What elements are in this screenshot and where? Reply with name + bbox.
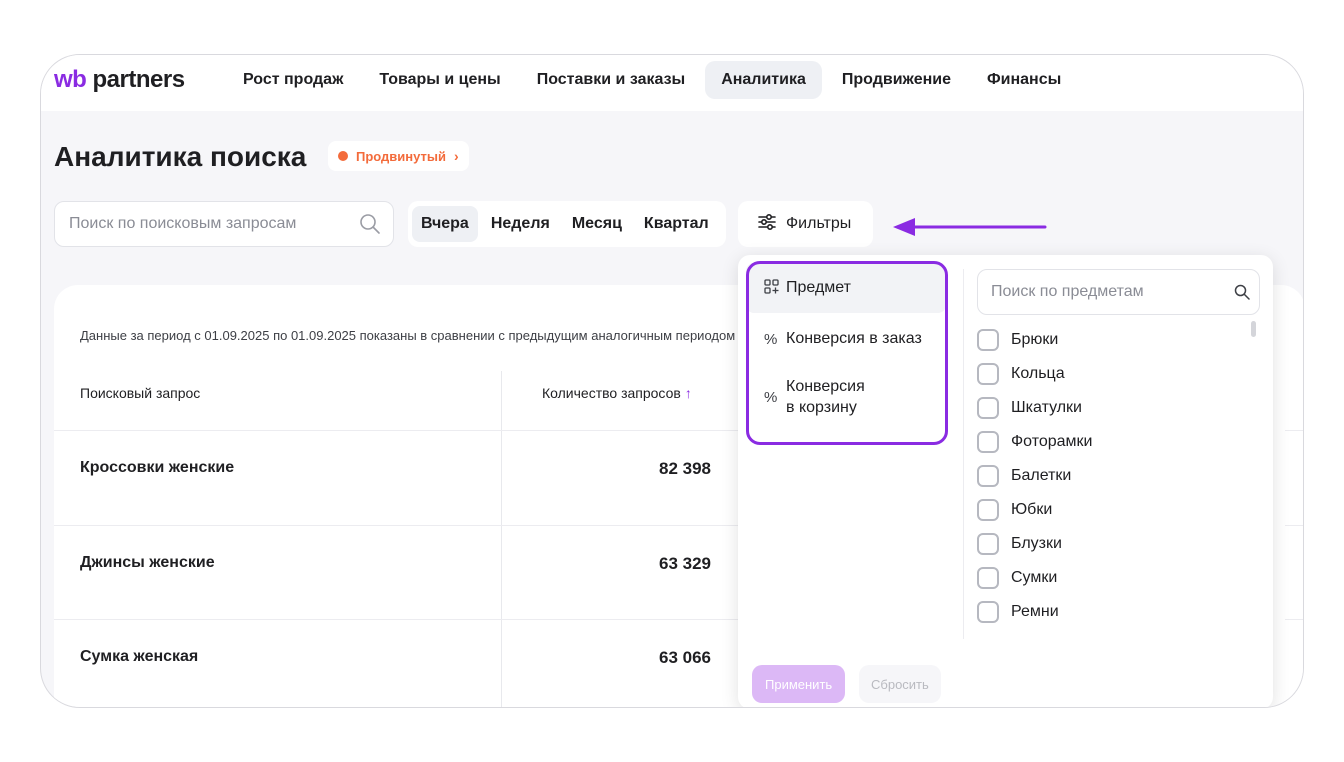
row-query: Кроссовки женские (80, 459, 235, 476)
subject-option[interactable]: Брюки (977, 323, 1247, 357)
subject-option[interactable]: Балетки (977, 459, 1247, 493)
page-title: Аналитика поиска (54, 141, 307, 172)
app-window: wb partners Рост продаж Товары и цены По… (40, 54, 1304, 708)
reset-button[interactable]: Сбросить (859, 665, 941, 703)
nav-item-finances[interactable]: Финансы (971, 61, 1077, 99)
nav-item-products-prices[interactable]: Товары и цены (363, 61, 516, 99)
pointer-arrow-icon (893, 214, 1047, 245)
sliders-icon (758, 213, 776, 235)
subject-search-box (977, 269, 1260, 315)
wb-partners-logo[interactable]: wb partners (54, 66, 185, 94)
filter-category-label-line1: Конверсия (786, 378, 865, 395)
subject-label: Сумки (1011, 569, 1058, 586)
subject-label: Брюки (1011, 331, 1059, 348)
search-icon[interactable] (1234, 284, 1250, 305)
row-divider (1285, 525, 1303, 526)
subject-option[interactable]: Юбки (977, 493, 1247, 527)
row-divider (1285, 430, 1303, 431)
percent-icon: % (764, 330, 778, 348)
period-note: Данные за период с 01.09.2025 по 01.09.2… (80, 328, 736, 343)
table-row[interactable]: Кроссовки женские 82 398 (54, 430, 754, 524)
status-dot-icon (338, 151, 348, 161)
filter-categories: Предмет % Конверсия в заказ % Конверсия … (746, 263, 946, 429)
row-query: Сумка женская (80, 648, 199, 665)
filter-category-subject[interactable]: Предмет (746, 263, 946, 313)
nav-item-supplies-orders[interactable]: Поставки и заказы (521, 61, 701, 99)
column-header-count-label: Количество запросов (542, 385, 681, 401)
filter-category-label-line2: в корзину (786, 399, 857, 416)
filter-category-label: Предмет (786, 279, 851, 296)
checkbox[interactable] (977, 397, 999, 419)
subject-option-partial[interactable] (977, 629, 1247, 635)
subject-label: Юбки (1011, 501, 1053, 518)
subject-list-scrollbar[interactable] (1251, 321, 1256, 337)
subject-option[interactable]: Шкатулки (977, 391, 1247, 425)
period-week[interactable]: Неделя (482, 206, 559, 242)
row-count: 63 329 (659, 554, 711, 573)
plan-badge[interactable]: Продвинутый › (328, 141, 469, 171)
subject-option[interactable]: Кольца (977, 357, 1247, 391)
nav-item-promotion[interactable]: Продвижение (826, 61, 967, 99)
row-count: 63 066 (659, 648, 711, 667)
row-count: 82 398 (659, 459, 711, 478)
search-box (54, 201, 394, 247)
subject-label: Фоторамки (1011, 433, 1093, 450)
checkbox[interactable] (977, 601, 999, 623)
nav-item-sales-growth[interactable]: Рост продаж (227, 61, 359, 99)
checkbox[interactable] (977, 533, 999, 555)
percent-icon: % (764, 388, 778, 406)
subject-option[interactable]: Блузки (977, 527, 1247, 561)
filter-category-cart-conversion[interactable]: % Конверсия в корзину (746, 365, 946, 429)
logo-wb: wb (54, 66, 87, 93)
nav-item-analytics[interactable]: Аналитика (705, 61, 822, 99)
search-input[interactable] (55, 202, 345, 246)
subject-label: Кольца (1011, 365, 1065, 382)
subject-label: Блузки (1011, 535, 1062, 552)
period-switcher: Вчера Неделя Месяц Квартал (408, 201, 726, 247)
main-nav: Рост продаж Товары и цены Поставки и зак… (227, 61, 1081, 99)
subject-label: Балетки (1011, 467, 1072, 484)
filter-category-label: Конверсия в корзину (786, 376, 865, 418)
table-row[interactable]: Сумка женская 63 066 (54, 619, 754, 707)
filter-category-label: Конверсия в заказ (786, 330, 922, 347)
filter-category-order-conversion[interactable]: % Конверсия в заказ (746, 313, 946, 365)
period-quarter[interactable]: Квартал (635, 206, 718, 242)
plan-badge-label: Продвинутый (356, 148, 446, 164)
row-query: Джинсы женские (80, 554, 215, 571)
filters-button[interactable]: Фильтры (738, 201, 874, 247)
column-header-count[interactable]: Количество запросов ↑ (542, 385, 692, 401)
subject-option[interactable]: Ремни (977, 595, 1247, 629)
filters-dropdown: Предмет % Конверсия в заказ % Конверсия … (738, 255, 1273, 707)
checkbox[interactable] (977, 499, 999, 521)
checkbox[interactable] (977, 363, 999, 385)
subject-list: Брюки Кольца Шкатулки Фоторамки Балетки … (977, 323, 1247, 635)
chevron-right-icon: › (454, 148, 459, 164)
search-icon[interactable] (359, 213, 381, 240)
apply-button[interactable]: Применить (752, 665, 846, 703)
subject-label: Шкатулки (1011, 399, 1082, 416)
dropdown-divider (963, 269, 964, 639)
top-navigation: wb partners Рост продаж Товары и цены По… (41, 55, 1303, 111)
subject-label: Ремни (1011, 603, 1059, 620)
checkbox[interactable] (977, 465, 999, 487)
grid-plus-icon (764, 278, 786, 298)
subject-option[interactable]: Сумки (977, 561, 1247, 595)
checkbox[interactable] (977, 329, 999, 351)
checkbox[interactable] (977, 567, 999, 589)
subject-option[interactable]: Фоторамки (977, 425, 1247, 459)
sort-arrow-up-icon[interactable]: ↑ (685, 385, 692, 401)
checkbox[interactable] (977, 431, 999, 453)
filters-button-label: Фильтры (786, 215, 852, 232)
table-row[interactable]: Джинсы женские 63 329 (54, 525, 754, 619)
period-month[interactable]: Месяц (563, 206, 631, 242)
column-header-query[interactable]: Поисковый запрос (80, 385, 200, 401)
period-yesterday[interactable]: Вчера (412, 206, 478, 242)
logo-partners: partners (92, 66, 186, 93)
subject-search-input[interactable] (978, 270, 1228, 314)
row-divider (1285, 619, 1303, 620)
